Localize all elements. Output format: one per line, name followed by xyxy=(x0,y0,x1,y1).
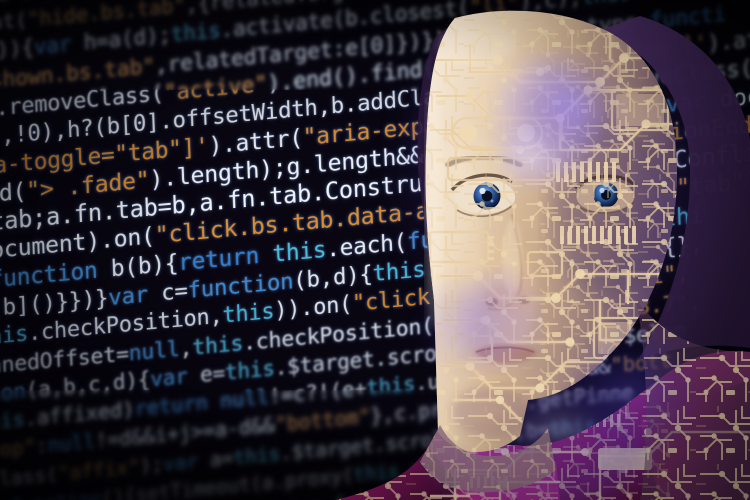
figure-composite xyxy=(336,0,750,500)
image-canvas: a.fn.scrollspy=d,this},a(window).on("loa… xyxy=(0,0,750,500)
